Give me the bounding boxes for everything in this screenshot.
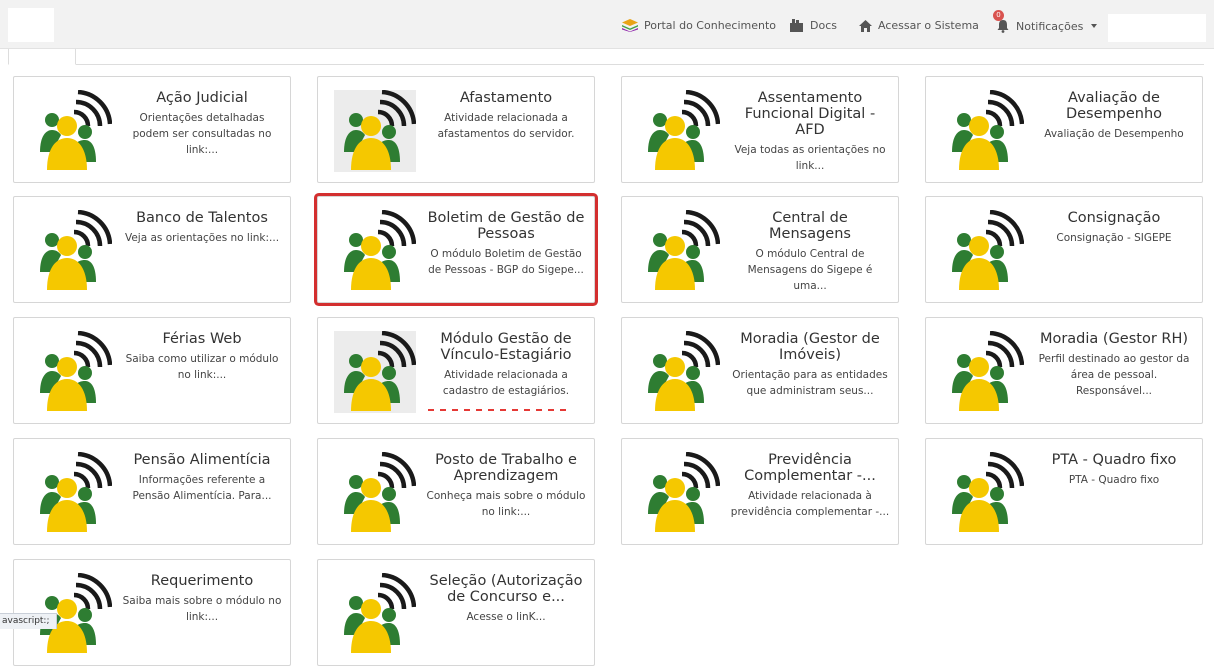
card-title: Moradia (Gestor de Imóveis) <box>740 331 880 363</box>
card-description: Perfil destinado ao gestor da área de pe… <box>1038 353 1190 397</box>
people-signal-icon <box>30 89 113 172</box>
card-description: Saiba como utilizar o módulo no link:... <box>125 353 279 381</box>
truncated-link-text <box>428 409 572 411</box>
card-title: Requerimento <box>150 573 254 589</box>
card-title: Avaliação de Desempenho <box>1065 90 1163 122</box>
card-title: Previdência Complementar -... <box>744 452 876 484</box>
module-card[interactable]: Assentamento Funcional Digital - AFD Veja… <box>621 76 899 183</box>
people-signal-icon <box>638 209 721 292</box>
card-title: Férias Web <box>162 331 242 347</box>
module-card[interactable]: Previdência Complementar -... Atividade r… <box>621 438 899 545</box>
card-title: Seleção (Autorização de Concurso e... <box>429 573 583 605</box>
nav-acessar-label: Acessar o Sistema <box>878 19 979 32</box>
card-title: Consignação <box>1067 210 1161 226</box>
card-description: O módulo Boletim de Gestão de Pessoas - … <box>428 248 584 276</box>
module-card[interactable]: Central de Mensagens O módulo Central de … <box>621 196 899 303</box>
card-title: Pensão Alimentícia <box>133 452 271 468</box>
module-card[interactable]: Moradia (Gestor de Imóveis) Orientação pa… <box>621 317 899 424</box>
nav-notificacoes-label: Notificações <box>1016 19 1084 33</box>
tab-strip <box>8 49 1204 65</box>
module-card[interactable]: Boletim de Gestão de Pessoas O módulo Bol… <box>317 196 595 303</box>
card-description: Informações referente a Pensão Alimentíc… <box>132 474 272 502</box>
docs-icon <box>790 19 803 32</box>
top-navbar: Portal do Conhecimento Docs Acessar o Si… <box>0 0 1214 49</box>
status-bar: avascript:; <box>0 613 57 629</box>
card-description: Saiba mais sobre o módulo no link:... <box>122 595 282 623</box>
card-title: Posto de Trabalho e Aprendizagem <box>435 452 577 484</box>
people-signal-icon <box>334 330 417 413</box>
nav-docs[interactable]: Docs <box>789 19 837 32</box>
caret-down-icon <box>1091 24 1098 28</box>
card-description: Veja as orientações no link:... <box>124 232 280 244</box>
home-icon <box>859 19 872 32</box>
user-box[interactable] <box>1108 14 1206 42</box>
module-card[interactable]: Módulo Gestão de Vínculo-Estagiário Ativi… <box>317 317 595 424</box>
people-signal-icon <box>942 209 1025 292</box>
people-signal-icon <box>30 209 113 292</box>
card-description: Conheça mais sobre o módulo no link:... <box>426 490 586 518</box>
people-signal-icon <box>942 330 1025 413</box>
card-title: Assentamento Funcional Digital - AFD <box>744 90 876 138</box>
module-card[interactable]: Férias Web Saiba como utilizar o módulo n… <box>13 317 291 424</box>
people-signal-icon <box>334 451 417 534</box>
people-signal-icon <box>638 89 721 172</box>
card-title: Boletim de Gestão de Pessoas <box>427 210 585 242</box>
module-card[interactable]: Ação Judicial Orientações detalhadas pode… <box>13 76 291 183</box>
people-signal-icon <box>638 451 721 534</box>
bell-icon: 0 <box>993 10 1010 33</box>
card-title: Módulo Gestão de Vínculo-Estagiário <box>440 331 572 363</box>
card-description: Consignação - SIGEPE <box>1056 232 1172 244</box>
card-description: O módulo Central de Mensagens do Sigepe … <box>747 248 873 292</box>
logo-placeholder[interactable] <box>8 8 54 42</box>
module-card[interactable]: Afastamento Atividade relacionada a afast… <box>317 76 595 183</box>
people-signal-icon <box>334 209 417 292</box>
card-description: Orientações detalhadas podem ser consult… <box>132 112 272 156</box>
module-card[interactable]: Moradia (Gestor RH) Perfil destinado ao g… <box>925 317 1203 424</box>
card-title: Central de Mensagens <box>769 210 851 242</box>
card-description: Avaliação de Desempenho <box>1044 128 1184 140</box>
card-description: Atividade relacionada a afastamentos do … <box>437 112 575 140</box>
card-description: Atividade relacionada a cadastro de esta… <box>442 369 570 397</box>
people-signal-icon <box>942 89 1025 172</box>
module-card[interactable]: Pensão Alimentícia Informações referente … <box>13 438 291 545</box>
people-signal-icon <box>30 451 113 534</box>
card-description: PTA - Quadro fixo <box>1068 474 1160 486</box>
nav-portal-conhecimento[interactable]: Portal do Conhecimento <box>622 19 776 32</box>
people-signal-icon <box>30 330 113 413</box>
people-signal-icon <box>638 330 721 413</box>
people-signal-icon <box>334 572 417 655</box>
card-title: Ação Judicial <box>156 90 248 106</box>
module-card[interactable]: Banco de Talentos Veja as orientações no … <box>13 196 291 303</box>
card-description: Orientação para as entidades que adminis… <box>732 369 888 397</box>
layers-icon <box>622 19 638 32</box>
card-description: Veja todas as orientações no link... <box>734 144 886 172</box>
module-card[interactable]: Consignação Consignação - SIGEPE <box>925 196 1203 303</box>
card-description: Acesse o linK... <box>466 611 546 623</box>
module-card[interactable]: Posto de Trabalho e Aprendizagem Conheça … <box>317 438 595 545</box>
card-title: Afastamento <box>459 90 553 106</box>
card-title: Banco de Talentos <box>136 210 268 226</box>
tab-active[interactable] <box>8 49 76 65</box>
module-card[interactable]: Seleção (Autorização de Concurso e... Ace… <box>317 559 595 666</box>
nav-acessar-sistema[interactable]: Acessar o Sistema <box>859 19 979 32</box>
card-title: PTA - Quadro fixo <box>1051 452 1177 468</box>
people-signal-icon <box>334 89 417 172</box>
people-signal-icon <box>942 451 1025 534</box>
nav-portal-label: Portal do Conhecimento <box>644 19 777 32</box>
notification-badge: 0 <box>993 10 1004 21</box>
card-title: Moradia (Gestor RH) <box>1039 331 1189 347</box>
module-card[interactable]: PTA - Quadro fixo PTA - Quadro fixo <box>925 438 1203 545</box>
nav-docs-label: Docs <box>810 19 837 32</box>
nav-notificacoes[interactable]: 0 Notificações <box>993 10 1098 33</box>
module-card[interactable]: Avaliação de Desempenho Avaliação de Dese… <box>925 76 1203 183</box>
card-description: Atividade relacionada à previdência comp… <box>730 490 890 518</box>
